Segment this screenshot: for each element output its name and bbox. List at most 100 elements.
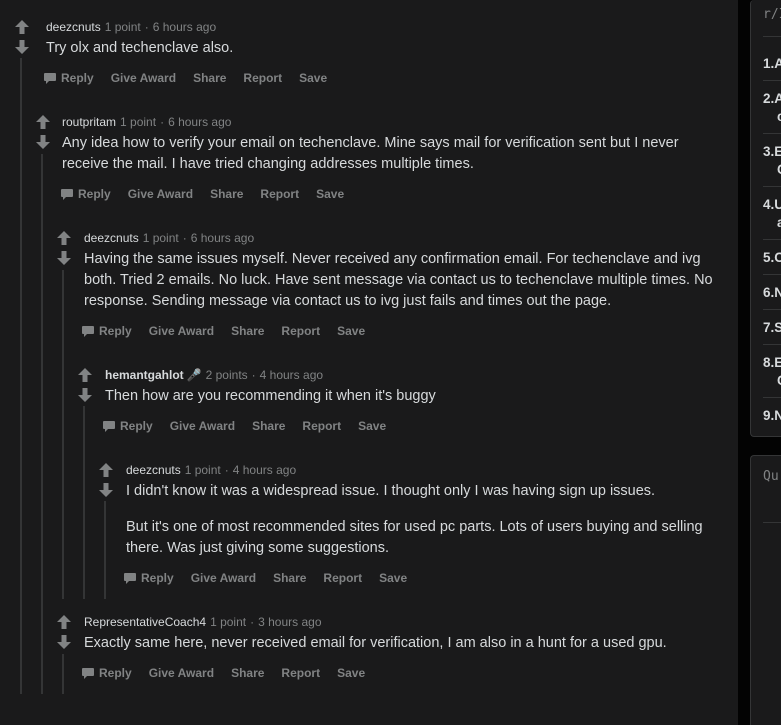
comment-time[interactable]: 4 hours ago <box>260 368 323 382</box>
arrow-up-icon[interactable] <box>77 367 93 383</box>
give-award-button[interactable]: Give Award <box>191 571 256 585</box>
arrow-down-icon[interactable] <box>56 250 72 266</box>
save-button[interactable]: Save <box>358 419 386 433</box>
speech-bubble-icon <box>124 572 136 584</box>
sidebar-divider <box>763 133 781 134</box>
comment-points: 1 point <box>104 20 141 34</box>
reply-label: Reply <box>99 324 132 338</box>
reply-button[interactable]: Reply <box>103 419 153 433</box>
sidebar-rule-item[interactable]: 1.A <box>763 56 781 71</box>
report-button[interactable]: Report <box>260 187 299 201</box>
comment-time[interactable]: 3 hours ago <box>258 615 321 629</box>
comment-author[interactable]: RepresentativeCoach4 <box>84 615 206 629</box>
report-button[interactable]: Report <box>281 666 320 680</box>
report-button[interactable]: Report <box>323 571 362 585</box>
arrow-up-icon[interactable] <box>14 19 30 35</box>
comment-time[interactable]: 6 hours ago <box>153 20 216 34</box>
comment-author[interactable]: hemantgahlot <box>105 368 184 382</box>
give-award-button[interactable]: Give Award <box>149 324 214 338</box>
arrow-down-icon[interactable] <box>98 482 114 498</box>
comment-time[interactable]: 6 hours ago <box>168 115 231 129</box>
give-award-button[interactable]: Give Award <box>170 419 235 433</box>
report-button[interactable]: Report <box>243 71 282 85</box>
comment-author[interactable]: deezcnuts <box>126 463 181 477</box>
rule-continuation: C <box>777 162 781 177</box>
sidebar-rule-item[interactable]: 6.N <box>763 285 781 300</box>
comment-time[interactable]: 4 hours ago <box>233 463 296 477</box>
arrow-up-icon[interactable] <box>56 230 72 246</box>
sidebar-rule-item[interactable]: 8.E C <box>763 355 781 388</box>
give-award-button[interactable]: Give Award <box>149 666 214 680</box>
rule-number: 5.C <box>763 250 781 265</box>
arrow-down-icon[interactable] <box>56 634 72 650</box>
thread-line-level-1[interactable] <box>20 58 22 694</box>
speech-bubble-icon <box>44 72 56 84</box>
comment-points: 1 point <box>142 231 179 245</box>
reply-button[interactable]: Reply <box>44 71 94 85</box>
rule-number: 1.A <box>763 56 781 71</box>
rule-continuation: a <box>777 215 781 230</box>
save-button[interactable]: Save <box>379 571 407 585</box>
save-button[interactable]: Save <box>337 324 365 338</box>
share-button[interactable]: Share <box>273 571 306 585</box>
share-button[interactable]: Share <box>210 187 243 201</box>
sidebar-rule-item[interactable]: 9.N <box>763 408 781 423</box>
comment-paragraph: Any idea how to verify your email on tec… <box>62 135 679 172</box>
sidebar-rule-item[interactable]: 7.S <box>763 320 781 335</box>
sidebar-rule-item[interactable]: 3.E C <box>763 144 781 177</box>
thread-line-level-3[interactable] <box>62 270 64 599</box>
report-button[interactable]: Report <box>302 419 341 433</box>
sidebar-rule-item[interactable]: 5.C <box>763 250 781 265</box>
rule-number: 4.U <box>763 197 781 212</box>
reply-label: Reply <box>120 419 153 433</box>
rule-number: 2.A <box>763 91 781 106</box>
arrow-down-icon[interactable] <box>14 39 30 55</box>
meta-separator: · <box>250 615 255 629</box>
share-button[interactable]: Share <box>252 419 285 433</box>
comment-body: Then how are you recommending it when it… <box>105 386 705 407</box>
give-award-button[interactable]: Give Award <box>111 71 176 85</box>
share-button[interactable]: Share <box>231 666 264 680</box>
thread-line-level-5[interactable] <box>104 501 106 599</box>
sidebar-divider <box>763 36 781 37</box>
arrow-down-icon[interactable] <box>35 134 51 150</box>
thread-line-level-2[interactable] <box>41 154 43 694</box>
comment-author[interactable]: deezcnuts <box>46 20 101 34</box>
save-button[interactable]: Save <box>316 187 344 201</box>
reply-button[interactable]: Reply <box>124 571 174 585</box>
comment-actions: Reply Give Award Share Report Save <box>82 665 382 681</box>
save-button[interactable]: Save <box>299 71 327 85</box>
meta-separator: · <box>144 20 149 34</box>
arrow-up-icon[interactable] <box>98 462 114 478</box>
sidebar-rule-item[interactable]: 2.A c <box>763 91 781 124</box>
share-button[interactable]: Share <box>231 324 264 338</box>
reply-label: Reply <box>99 666 132 680</box>
rule-continuation: c <box>777 109 781 124</box>
thread-line-level-4[interactable] <box>83 406 85 599</box>
comment-meta: RepresentativeCoach4 1 point · 3 hours ago <box>84 614 322 630</box>
reply-button[interactable]: Reply <box>61 187 111 201</box>
comment-actions: Reply Give Award Share Report Save <box>82 323 382 339</box>
meta-separator: · <box>251 368 256 382</box>
arrow-up-icon[interactable] <box>56 614 72 630</box>
comment-meta: routpritam 1 point · 6 hours ago <box>62 114 231 130</box>
sidebar-card-title: r/I <box>763 7 781 22</box>
reply-button[interactable]: Reply <box>82 324 132 338</box>
arrow-up-icon[interactable] <box>35 114 51 130</box>
comment-author[interactable]: routpritam <box>62 115 116 129</box>
arrow-down-icon[interactable] <box>77 387 93 403</box>
sidebar-rule-item[interactable]: 4.U a <box>763 197 781 230</box>
speech-bubble-icon <box>82 667 94 679</box>
save-button[interactable]: Save <box>337 666 365 680</box>
rule-number: 8.E <box>763 355 781 370</box>
comment-body: Having the same issues myself. Never rec… <box>84 249 714 312</box>
share-button[interactable]: Share <box>193 71 226 85</box>
comment-time[interactable]: 6 hours ago <box>191 231 254 245</box>
report-button[interactable]: Report <box>281 324 320 338</box>
reply-button[interactable]: Reply <box>82 666 132 680</box>
sidebar-divider <box>763 239 781 240</box>
give-award-button[interactable]: Give Award <box>128 187 193 201</box>
rule-number: 9.N <box>763 408 781 423</box>
comment-author[interactable]: deezcnuts <box>84 231 139 245</box>
thread-line-level-3b[interactable] <box>62 654 64 694</box>
